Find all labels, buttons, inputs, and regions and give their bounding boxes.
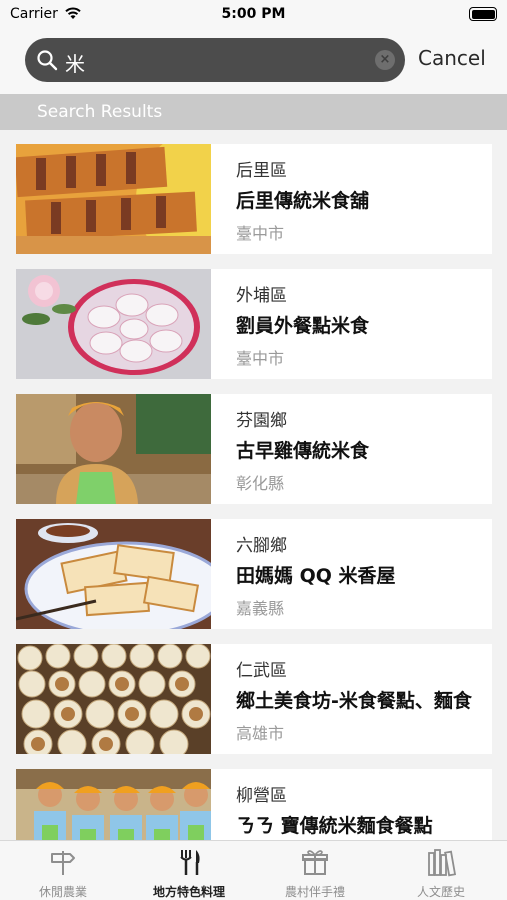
tab-bar: 休閒農業 地方特色料理 農村伴手禮 人文歷史 [0, 840, 507, 900]
clear-icon[interactable]: × [375, 50, 395, 70]
result-district: 外埔區 [236, 286, 287, 306]
gift-icon [302, 850, 328, 875]
result-thumbnail [16, 519, 211, 629]
result-card[interactable]: 芬園鄉 古早雞傳統米食 彰化縣 [16, 394, 492, 504]
fork-knife-icon [180, 850, 200, 875]
result-name: 鄉土美食坊-米食餐點、麵食 [236, 690, 472, 712]
result-city: 彰化縣 [236, 474, 285, 493]
result-card[interactable]: 后里區 后里傳統米食舖 臺中市 [16, 144, 492, 254]
result-district: 柳營區 [236, 786, 287, 806]
status-bar: Carrier 5:00 PM [0, 0, 507, 30]
result-card[interactable]: 仁武區 鄉土美食坊-米食餐點、麵食 高雄市 [16, 644, 492, 754]
result-name: 古早雞傳統米食 [236, 440, 370, 462]
section-title: Search Results [37, 102, 163, 122]
result-thumbnail [16, 644, 211, 754]
tab-rural-gifts[interactable]: 農村伴手禮 [252, 841, 378, 900]
books-icon [428, 849, 456, 877]
result-district: 六腳鄉 [236, 536, 287, 556]
result-name: 田媽媽 QQ 米香屋 [236, 565, 396, 587]
result-card[interactable]: 柳營區 ㄋㄋ 寶傳統米麵食餐點 [16, 769, 492, 840]
signpost-icon [51, 851, 75, 875]
search-input[interactable]: 米 × [25, 38, 405, 82]
search-icon [37, 50, 58, 71]
result-card[interactable]: 外埔區 劉員外餐點米食 臺中市 [16, 269, 492, 379]
tab-label: 休閒農業 [38, 885, 87, 899]
clock: 5:00 PM [221, 6, 286, 22]
tab-label: 農村伴手禮 [284, 885, 345, 899]
search-header: 米 × Cancel [0, 30, 507, 94]
tab-label: 人文歷史 [416, 885, 465, 899]
result-card[interactable]: 六腳鄉 田媽媽 QQ 米香屋 嘉義縣 [16, 519, 492, 629]
battery-icon [469, 7, 497, 21]
result-city: 臺中市 [236, 349, 285, 368]
cancel-button[interactable]: Cancel [418, 46, 486, 70]
tab-local-cuisine[interactable]: 地方特色料理 [126, 841, 252, 900]
result-city: 嘉義縣 [236, 599, 285, 618]
results-list[interactable]: 后里區 后里傳統米食舖 臺中市 外埔區 劉員外餐點米食 臺中市 芬園鄉 古早雞傳… [0, 130, 507, 840]
result-district: 仁武區 [236, 661, 287, 681]
result-thumbnail [16, 269, 211, 379]
tab-culture-history[interactable]: 人文歷史 [378, 841, 504, 900]
result-city: 臺中市 [236, 224, 285, 243]
search-query: 米 [65, 52, 85, 76]
result-district: 后里區 [236, 161, 287, 181]
tab-leisure-farming[interactable]: 休閒農業 [0, 841, 126, 900]
result-name: ㄋㄋ 寶傳統米麵食餐點 [236, 815, 433, 837]
result-district: 芬園鄉 [236, 411, 287, 431]
section-header: Search Results [0, 94, 507, 130]
result-thumbnail [16, 769, 211, 840]
result-city: 高雄市 [236, 724, 285, 743]
result-name: 劉員外餐點米食 [236, 315, 370, 337]
result-thumbnail [16, 394, 211, 504]
result-name: 后里傳統米食舖 [236, 190, 370, 212]
result-thumbnail [16, 144, 211, 254]
tab-label: 地方特色料理 [152, 885, 225, 899]
